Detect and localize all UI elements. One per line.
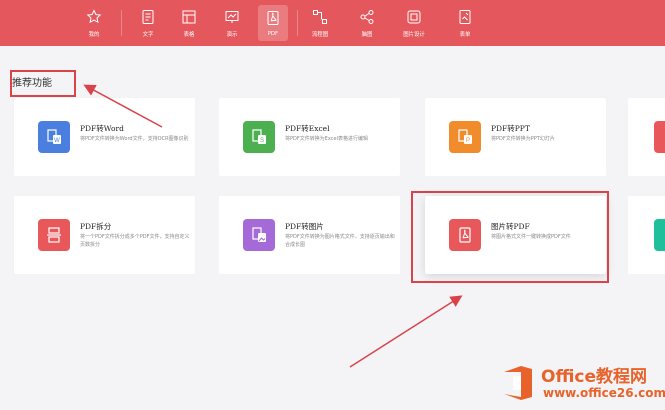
annotation-arrows xyxy=(83,84,463,368)
watermark-title: Office教程网 xyxy=(541,367,648,387)
annotation-arrow-card xyxy=(349,295,463,368)
watermark: Office教程网 www.office26.com xyxy=(497,358,665,410)
office-logo-icon xyxy=(504,366,532,400)
watermark-subtitle: www.office26.com xyxy=(543,386,665,400)
annotation-arrow-title xyxy=(83,84,163,128)
